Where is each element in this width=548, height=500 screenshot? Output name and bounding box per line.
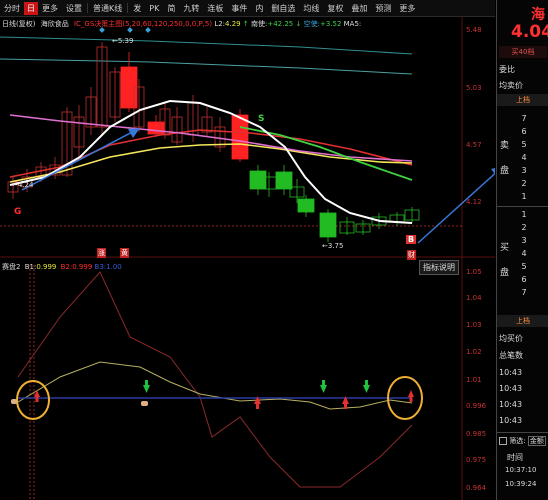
- b-signal: B: [406, 235, 417, 244]
- toolbar-item[interactable]: 发: [129, 3, 145, 14]
- ma-white: [9, 99, 413, 224]
- south-value: +42.25: [267, 20, 294, 28]
- ma5-label: MA5:: [343, 20, 362, 28]
- s-signal: S: [258, 114, 265, 124]
- filter-checkbox[interactable]: [499, 437, 507, 445]
- filter-row: 筛选: 金额: [499, 436, 546, 446]
- toolbar-item[interactable]: 简: [163, 3, 179, 14]
- hand-icon: [11, 399, 148, 406]
- toolbar-item[interactable]: 预测: [371, 3, 395, 14]
- blue-arrow-left-icon: [21, 128, 140, 191]
- candle-body[interactable]: [120, 66, 138, 109]
- up-arrow-icon: ↑: [242, 20, 249, 28]
- panel-stock-name: 海: [531, 7, 545, 23]
- wei-bi-label: 委比: [499, 65, 515, 74]
- toolbar-item[interactable]: 内: [251, 3, 267, 14]
- toolbar-item[interactable]: 设置: [62, 3, 86, 14]
- toolbar-item[interactable]: 连板: [203, 3, 227, 14]
- shang-du-tab-2[interactable]: 上档: [497, 315, 548, 327]
- panel-price: 4.04: [511, 22, 548, 42]
- candle-body[interactable]: [147, 121, 165, 135]
- down-arrow-icon: ↓: [295, 20, 302, 28]
- indicator-label: IC_GS决策主图(5,20,60,120,250,0,0,P,5): [73, 20, 213, 28]
- jun-mai-jia-label: 均卖价: [499, 81, 523, 90]
- b1-value: 0.999: [36, 263, 57, 271]
- toolbar-item[interactable]: 普通K线: [89, 3, 126, 14]
- period-label: 日线(复权): [2, 20, 36, 28]
- b2-value: 0.999: [72, 263, 93, 271]
- toolbar-item[interactable]: PK: [145, 4, 163, 13]
- trade-time: 10:43: [499, 400, 523, 409]
- shang-du-tab[interactable]: 上档: [497, 94, 548, 106]
- b1-label: B1:: [24, 263, 37, 271]
- time-header: 时间: [507, 453, 523, 462]
- kong-label: 空使:: [303, 20, 320, 28]
- jun-mai-jia-2-label: 均买价: [499, 334, 523, 343]
- cai-tag: 财: [407, 250, 416, 260]
- order-book-panel: 海 4.04 买40档 委比 均卖价 上档 卖盘 7654321 买盘 1234…: [496, 0, 548, 500]
- g-signal: G: [14, 207, 22, 217]
- toolbar-item[interactable]: 更多: [395, 3, 419, 14]
- top-toolbar: 分时日更多 设置 普通K线发 PK 简九转 连板 事件内删自选 均线 复权 叠加 预测 更多: [0, 0, 495, 17]
- ma-pink: [9, 114, 413, 162]
- stock-name: 海欣食品: [40, 20, 69, 28]
- buy-levels: 1234567: [521, 210, 527, 297]
- filter-label: 筛选:: [509, 437, 526, 445]
- toolbar-item[interactable]: 删自选: [267, 3, 299, 14]
- candle-body[interactable]: [319, 212, 337, 238]
- main-info-bar: 日线(复权) 海欣食品 IC_GS决策主图(5,20,60,120,250,0,…: [2, 19, 361, 29]
- b3-label: B3:: [94, 263, 107, 271]
- l2-value: 4.29: [225, 20, 241, 28]
- sub-line-yellow: [17, 361, 413, 410]
- sell-side-label: 卖盘: [500, 141, 510, 176]
- sell-levels: 7654321: [521, 114, 527, 201]
- candle-body[interactable]: [249, 170, 267, 190]
- high-price-label: ←5.39: [112, 37, 134, 45]
- candlesticks: [7, 42, 420, 242]
- buy-40-button[interactable]: 买40档: [499, 46, 547, 58]
- b3-value: 1.00: [106, 263, 122, 271]
- sub-indicator-name: 赛盘2: [2, 263, 21, 271]
- toolbar-item[interactable]: 复权: [323, 3, 347, 14]
- toolbar-item[interactable]: 叠加: [347, 3, 371, 14]
- low-price-right-label: ←3.75: [322, 242, 344, 250]
- indicator-help-button[interactable]: 指标说明: [419, 260, 459, 275]
- filter-value[interactable]: 金额: [527, 436, 546, 446]
- sub-line-red: [17, 271, 413, 488]
- l2-label: L2:: [214, 20, 226, 28]
- candle-body[interactable]: [231, 114, 249, 160]
- low-price-left-label: ←4.24: [12, 181, 34, 189]
- trade-time: 10:43: [499, 416, 523, 425]
- buy-side-label: 买盘: [500, 243, 510, 278]
- toolbar-item[interactable]: 分时: [0, 3, 24, 14]
- trade-time: 10:43: [499, 368, 523, 377]
- ma-teal-1: [0, 36, 413, 55]
- trade-time: 10:43: [499, 384, 523, 393]
- toolbar-item[interactable]: 事件: [227, 3, 251, 14]
- candle-body[interactable]: [275, 171, 293, 190]
- zhang-tag: 涨: [97, 248, 106, 258]
- candle-body[interactable]: [297, 198, 315, 213]
- toolbar-item[interactable]: 更多: [38, 3, 62, 14]
- sub-info-bar: 赛盘2 B1:0.999 B2:0.999 B3:1.00: [2, 262, 122, 272]
- toolbar-item[interactable]: 日: [24, 1, 38, 15]
- kong-value: +3.52: [319, 20, 342, 28]
- chart-area[interactable]: [0, 17, 495, 500]
- zong-bi-shu-label: 总笔数: [499, 351, 523, 360]
- green-down-arrow-icon: [143, 380, 370, 393]
- toolbar-item[interactable]: 九转: [179, 3, 203, 14]
- tick-time: 10:37:10: [505, 466, 537, 474]
- ma-teal-2: [0, 58, 413, 75]
- b2-label: B2:: [60, 263, 73, 271]
- huang-tag: 黄: [120, 248, 129, 258]
- red-up-arrow-icon: [34, 390, 414, 409]
- toolbar-item[interactable]: 均线: [299, 3, 323, 14]
- south-label: 南使:: [250, 20, 268, 28]
- tick-time: 10:39:24: [505, 480, 537, 488]
